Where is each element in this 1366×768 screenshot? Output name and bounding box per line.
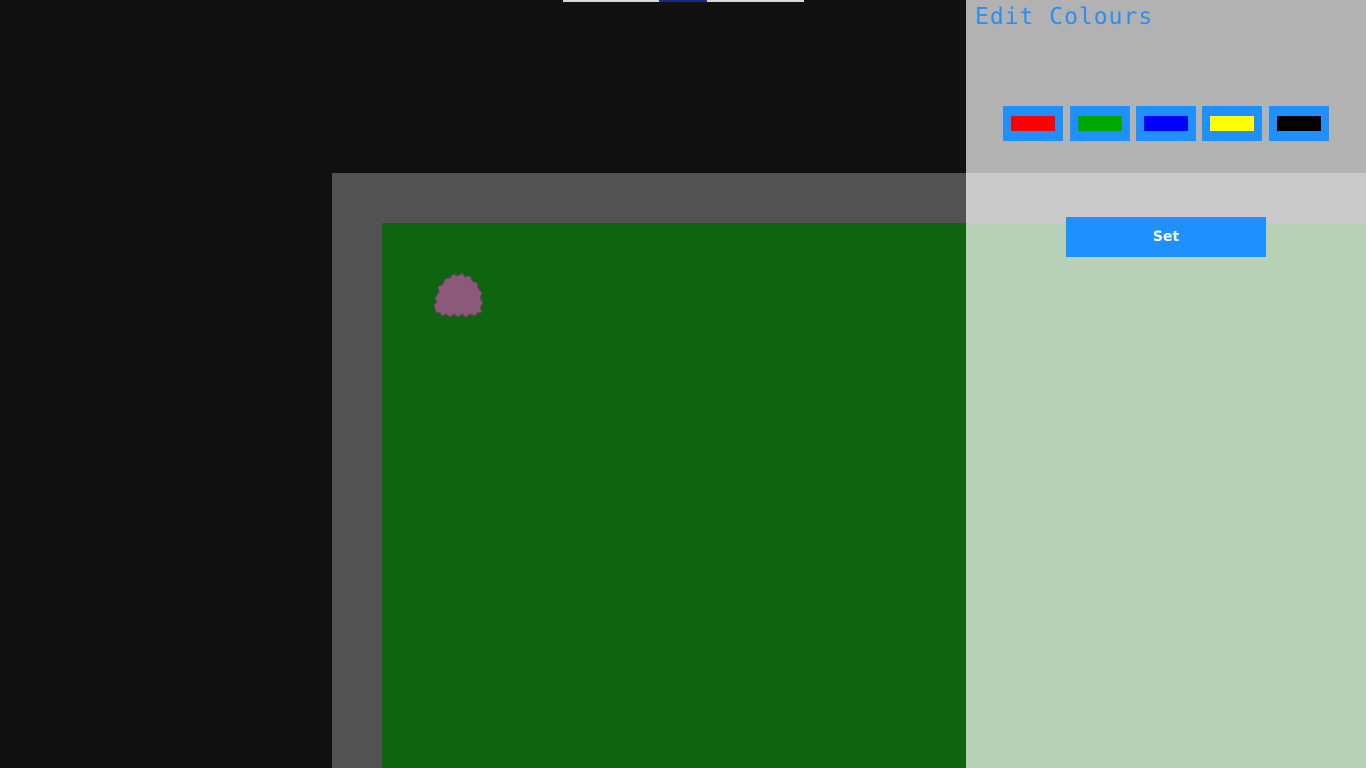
- swatch-black[interactable]: [1269, 106, 1329, 141]
- swatch-chip: [1277, 116, 1321, 131]
- set-button[interactable]: Set: [1066, 217, 1266, 257]
- colour-panel-body: [966, 223, 1366, 768]
- top-progress-bar: [563, 0, 804, 2]
- progress-segment: [563, 0, 659, 2]
- game-screen: Edit Colours Set: [0, 0, 1366, 768]
- panel-title: Edit Colours: [975, 4, 1154, 30]
- progress-segment-active: [659, 0, 707, 2]
- colour-swatch-row: [1003, 106, 1333, 141]
- progress-segment: [707, 0, 804, 2]
- swatch-chip: [1144, 116, 1188, 131]
- swatch-blue[interactable]: [1136, 106, 1196, 141]
- swatch-red[interactable]: [1003, 106, 1063, 141]
- swatch-green[interactable]: [1070, 106, 1130, 141]
- set-button-label: Set: [1152, 229, 1180, 245]
- creature-sprite[interactable]: [432, 272, 484, 318]
- swatch-chip: [1011, 116, 1055, 131]
- swatch-yellow[interactable]: [1202, 106, 1262, 141]
- swatch-chip: [1210, 116, 1254, 131]
- colour-panel-divider: [966, 173, 1366, 223]
- swatch-chip: [1078, 116, 1122, 131]
